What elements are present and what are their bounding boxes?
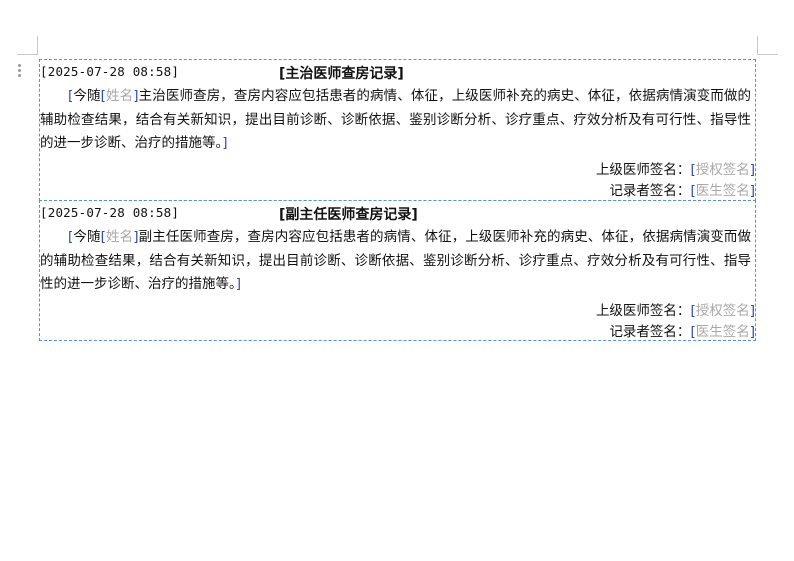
supervisor-signature-row: 上级医师签名：[授权签名] — [40, 160, 755, 181]
supervisor-signature-label: 上级医师签名： — [595, 161, 691, 178]
drag-handle-icon[interactable] — [18, 64, 22, 78]
record-header: [2025-07-28 08:58] [副主任医师查房记录] — [40, 201, 755, 223]
body-text[interactable]: 主治医师查房，查房内容应包括患者的病情、体征，上级医师补充的病史、体征，依据病情… — [40, 88, 751, 151]
signature-area: 上级医师签名：[授权签名] 记录者签名：[医生签名] — [40, 160, 755, 202]
name-placeholder-field[interactable]: 姓名 — [106, 88, 133, 104]
sig-field-close: ] — [749, 182, 755, 199]
body-field-close: ] — [235, 276, 242, 292]
title-bracket-close: ] — [397, 66, 404, 82]
sig-field-close: ] — [749, 161, 755, 178]
body-text[interactable]: 副主任医师查房，查房内容应包括患者的病情、体征，上级医师补充的病史、体征，依据病… — [40, 229, 751, 292]
supervisor-signature-field[interactable]: 授权签名 — [696, 303, 750, 319]
page-corner-mark-top-right — [757, 36, 778, 55]
record-title: [副主任医师查房记录] — [279, 204, 418, 224]
supervisor-signature-label: 上级医师签名： — [595, 302, 691, 319]
record-body[interactable]: [今随[姓名]副主任医师查房，查房内容应包括患者的病情、体征，上级医师补充的病史… — [40, 223, 755, 297]
sig-field-close: ] — [749, 323, 755, 340]
record-block-attending[interactable]: [2025-07-28 08:58] [主治医师查房记录] [今随[姓名]主治医… — [39, 59, 756, 201]
title-bracket-close: ] — [411, 207, 418, 223]
record-block-associate-chief[interactable]: [2025-07-28 08:58] [副主任医师查房记录] [今随[姓名]副主… — [39, 200, 756, 341]
recorder-signature-field[interactable]: 医生签名 — [696, 183, 750, 199]
recorder-signature-label: 记录者签名： — [609, 323, 691, 340]
body-lead: 今随 — [73, 88, 101, 104]
supervisor-signature-field[interactable]: 授权签名 — [696, 162, 750, 178]
record-time: [2025-07-28 08:58] — [40, 205, 180, 220]
body-lead: 今随 — [73, 229, 101, 245]
record-header: [2025-07-28 08:58] [主治医师查房记录] — [40, 60, 755, 82]
page-corner-mark-top-left — [17, 36, 38, 55]
signature-area: 上级医师签名：[授权签名] 记录者签名：[医生签名] — [40, 301, 755, 343]
record-title-text: 副主任医师查房记录 — [285, 207, 412, 223]
sig-field-close: ] — [749, 302, 755, 319]
record-title: [主治医师查房记录] — [279, 63, 404, 83]
recorder-signature-label: 记录者签名： — [609, 182, 691, 199]
recorder-signature-row: 记录者签名：[医生签名] — [40, 322, 755, 343]
body-field-close: ] — [222, 135, 228, 151]
recorder-signature-field[interactable]: 医生签名 — [696, 324, 750, 340]
record-time: [2025-07-28 08:58] — [40, 64, 180, 79]
record-body[interactable]: [今随[姓名]主治医师查房，查房内容应包括患者的病情、体征，上级医师补充的病史、… — [40, 82, 755, 156]
recorder-signature-row: 记录者签名：[医生签名] — [40, 181, 755, 202]
supervisor-signature-row: 上级医师签名：[授权签名] — [40, 301, 755, 322]
name-placeholder-field[interactable]: 姓名 — [106, 229, 133, 245]
record-title-text: 主治医师查房记录 — [285, 66, 398, 82]
